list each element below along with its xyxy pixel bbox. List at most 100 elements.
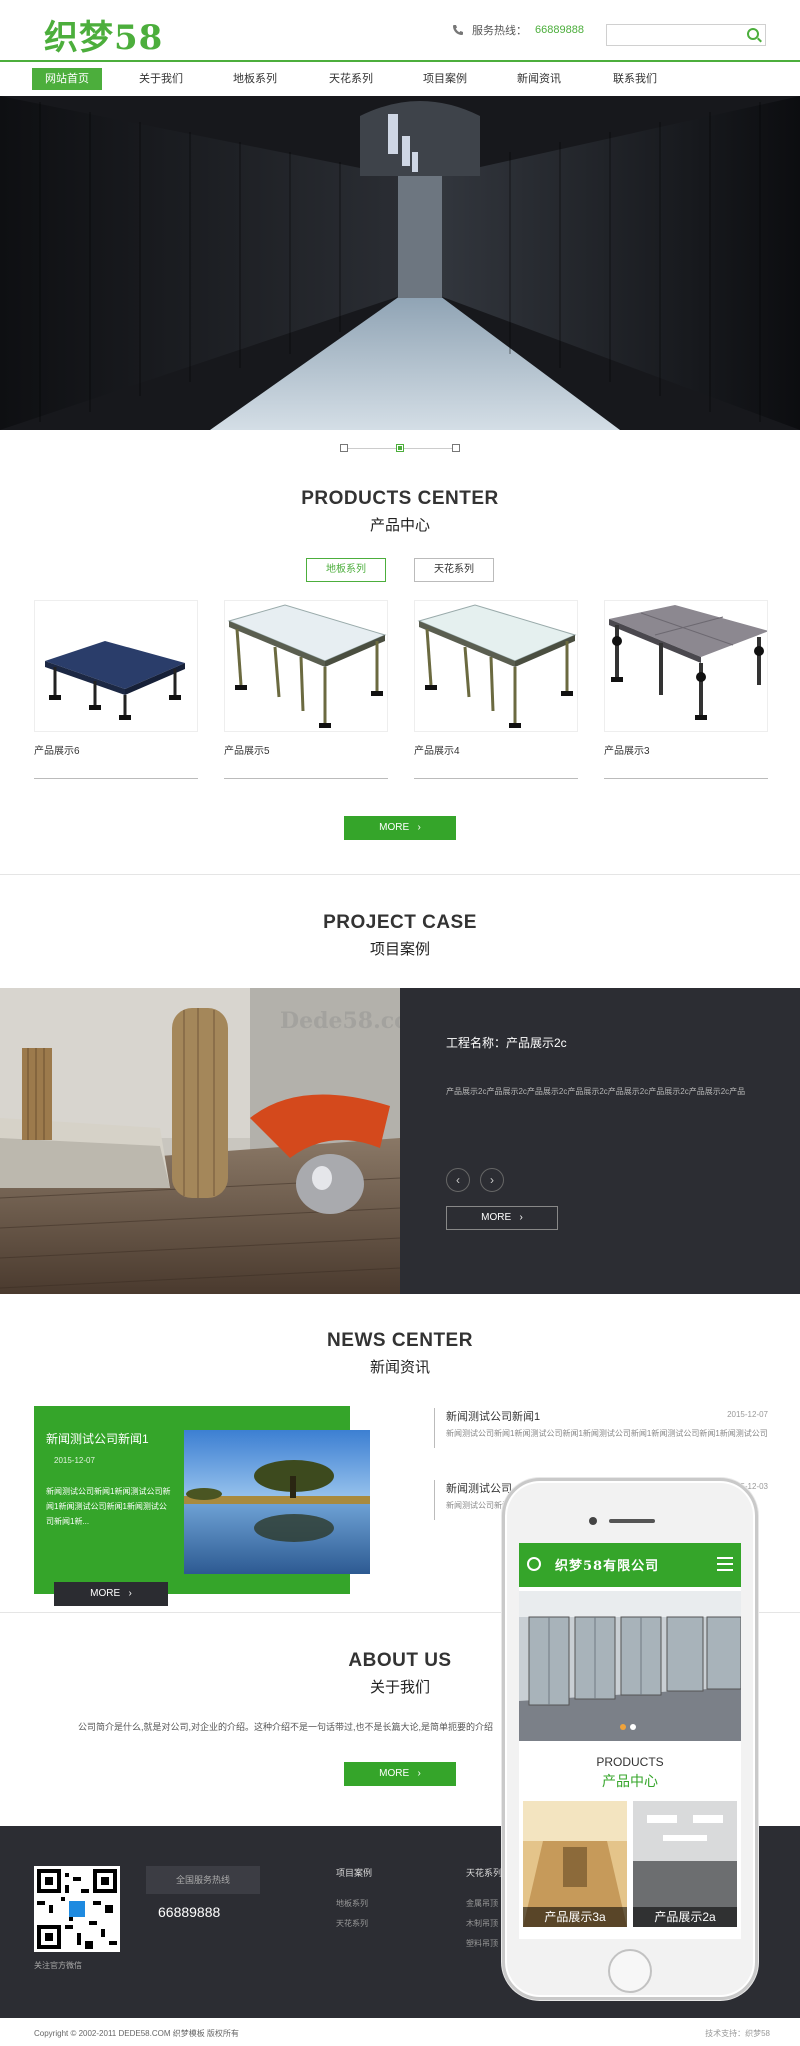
phone-home-button xyxy=(608,1949,652,1993)
product-image xyxy=(604,600,768,732)
hotline: 服务热线： 66889888 xyxy=(452,22,584,38)
hero-banner[interactable] xyxy=(0,96,800,430)
products-title-en: PRODUCTS CENTER xyxy=(301,488,499,509)
chevron-right-icon: › xyxy=(411,1768,421,1779)
qr-code xyxy=(34,1866,120,1952)
featured-news-image[interactable] xyxy=(184,1430,370,1574)
product-underline xyxy=(604,778,768,779)
case-project-title: 工程名称：产品展示2c xyxy=(446,1036,567,1050)
footer-link[interactable]: 木制吊顶 xyxy=(466,1918,498,1929)
case-info-panel: 工程名称：产品展示2c 产品展示2c产品展示2c产品展示2c产品展示2c产品展示… xyxy=(400,988,800,1294)
news-item-title[interactable]: 新闻测试公司新闻1 xyxy=(446,1408,540,1424)
nav-about[interactable]: 关于我们 xyxy=(126,68,196,90)
watermark: Dede58.com xyxy=(280,1008,400,1034)
case-more-button[interactable]: MORE › xyxy=(446,1206,558,1230)
news-item-bar xyxy=(434,1480,435,1520)
mobile-product-card[interactable]: 产品展示3a xyxy=(523,1801,627,1927)
product-card[interactable]: 产品展示5 xyxy=(224,600,388,782)
phone-icon xyxy=(453,25,463,35)
news-item-title[interactable]: 新闻测试公司 xyxy=(446,1480,512,1496)
featured-news-title[interactable]: 新闻测试公司新闻1 xyxy=(46,1430,149,1447)
banner-image xyxy=(0,96,800,430)
search-icon[interactable] xyxy=(527,1557,541,1571)
product-image xyxy=(224,600,388,732)
pagination-dot[interactable] xyxy=(340,444,348,452)
chevron-right-icon: › xyxy=(122,1588,132,1599)
about-text: 公司简介是什么,就是对公司,对企业的介绍。这种介绍不是一句话带过,也不是长篇大论… xyxy=(78,1722,494,1732)
search-icon[interactable] xyxy=(747,28,759,40)
copyright-bar: Copyright © 2002-2011 DEDE58.COM 织梦模板 版权… xyxy=(0,2018,800,2046)
nav-ceiling[interactable]: 天花系列 xyxy=(316,68,386,90)
phone-screen: 织梦58有限公司 PRODUCTS 产品中心 产品展示3a 产品展示2a xyxy=(519,1543,741,1939)
mobile-product-card[interactable]: 产品展示2a xyxy=(633,1801,737,1927)
more-label: MORE xyxy=(481,1212,512,1223)
product-underline xyxy=(224,778,388,779)
products-more-button[interactable]: MORE › xyxy=(344,816,456,840)
mobile-preview-phone: 织梦58有限公司 PRODUCTS 产品中心 产品展示3a 产品展示2a xyxy=(502,1478,758,2000)
menu-icon[interactable] xyxy=(717,1557,733,1571)
main-nav: 网站首页 关于我们 地板系列 天花系列 项目案例 新闻资讯 联系我们 xyxy=(0,62,800,96)
product-card[interactable]: 产品展示6 xyxy=(34,600,198,782)
mobile-products-title-cn: 产品中心 xyxy=(602,1773,658,1789)
tab-ceiling[interactable]: 天花系列 xyxy=(414,558,494,582)
news-title-cn: 新闻资讯 xyxy=(369,1359,430,1376)
chevron-left-icon[interactable]: ‹ xyxy=(446,1168,470,1192)
chevron-right-icon: › xyxy=(411,822,421,833)
copyright-text: Copyright © 2002-2011 DEDE58.COM 织梦模板 版权… xyxy=(34,2029,239,2038)
cases-title-en: PROJECT CASE xyxy=(323,912,477,933)
featured-news-date: 2015-12-07 xyxy=(54,1456,95,1465)
product-card[interactable]: 产品展示3 xyxy=(604,600,768,782)
more-label: MORE xyxy=(379,822,410,833)
product-underline xyxy=(34,778,198,779)
about-more-button[interactable]: MORE › xyxy=(344,1762,456,1786)
site-logo[interactable]: 织梦58 xyxy=(44,10,163,59)
pagination-dot[interactable] xyxy=(452,444,460,452)
pagination-dot-active[interactable] xyxy=(396,444,404,452)
footer-hotline-label: 全国服务热线 xyxy=(146,1866,260,1894)
news-more-button[interactable]: MORE › xyxy=(54,1582,168,1606)
section-divider xyxy=(0,874,800,875)
footer-link[interactable]: 天花系列 xyxy=(336,1918,368,1929)
mobile-product-caption: 产品展示2a xyxy=(633,1907,737,1927)
site-header: 织梦58 服务热线： 66889888 xyxy=(0,0,800,62)
news-item-date: 2015-12-07 xyxy=(727,1410,768,1419)
phone-camera xyxy=(589,1517,597,1525)
product-caption: 产品展示3 xyxy=(604,746,650,757)
nav-contact[interactable]: 联系我们 xyxy=(600,68,670,90)
footer-col-title[interactable]: 天花系列 xyxy=(466,1866,502,1879)
qr-caption: 关注官方微信 xyxy=(34,1961,82,1970)
mobile-site-name: 织梦58有限公司 xyxy=(555,1559,660,1574)
mobile-products-title-en: PRODUCTS xyxy=(596,1755,664,1769)
case-image[interactable]: Dede58.com xyxy=(0,988,400,1294)
nav-home[interactable]: 网站首页 xyxy=(32,68,102,90)
product-caption: 产品展示6 xyxy=(34,746,80,757)
cases-title-cn: 项目案例 xyxy=(369,941,430,958)
nav-floor[interactable]: 地板系列 xyxy=(220,68,290,90)
hotline-label: 服务热线： xyxy=(472,25,527,37)
product-card[interactable]: 产品展示4 xyxy=(414,600,578,782)
products-title-cn: 产品中心 xyxy=(369,517,430,534)
tech-support-text[interactable]: 技术支持：织梦58 xyxy=(705,2028,770,2039)
product-caption: 产品展示5 xyxy=(224,746,270,757)
news-item-summary: 新闻测试公司新闻1新闻测试公司新闻1新闻测试公司新闻1新闻测试公司新闻1新闻测试… xyxy=(446,1429,768,1438)
footer-link[interactable]: 塑料吊顶 xyxy=(466,1938,498,1949)
nav-news[interactable]: 新闻资讯 xyxy=(504,68,574,90)
tab-floor[interactable]: 地板系列 xyxy=(306,558,386,582)
mobile-product-caption: 产品展示3a xyxy=(523,1907,627,1927)
product-image xyxy=(34,600,198,732)
footer-link[interactable]: 地板系列 xyxy=(336,1898,368,1909)
news-title-en: NEWS CENTER xyxy=(327,1330,473,1351)
hotline-number: 66889888 xyxy=(535,24,584,36)
case-project-desc: 产品展示2c产品展示2c产品展示2c产品展示2c产品展示2c产品展示2c产品展示… xyxy=(446,1087,746,1096)
footer-link[interactable]: 金属吊顶 xyxy=(466,1898,498,1909)
chevron-right-icon[interactable]: › xyxy=(480,1168,504,1192)
phone-speaker xyxy=(609,1519,655,1523)
mobile-header: 织梦58有限公司 xyxy=(519,1543,741,1587)
more-label: MORE xyxy=(379,1768,410,1779)
mobile-banner[interactable] xyxy=(519,1591,741,1741)
chevron-right-icon: › xyxy=(513,1212,523,1223)
footer-col-title[interactable]: 项目案例 xyxy=(336,1866,372,1879)
search-input[interactable] xyxy=(606,24,766,46)
product-caption: 产品展示4 xyxy=(414,746,460,757)
nav-cases[interactable]: 项目案例 xyxy=(410,68,480,90)
